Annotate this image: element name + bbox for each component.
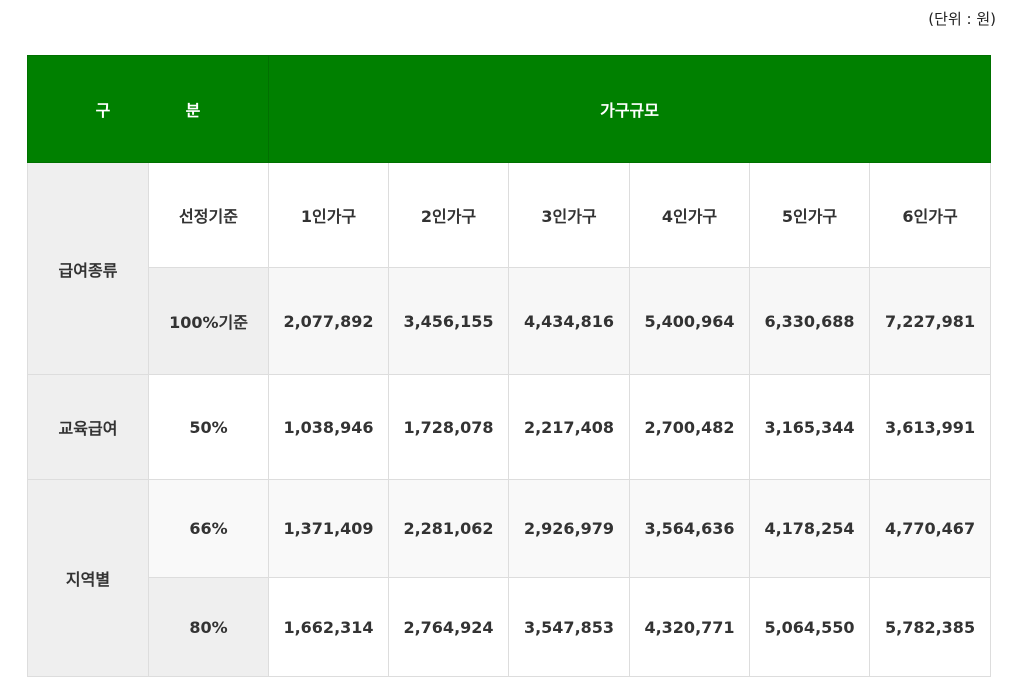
table-cell: 2,217,408 — [508, 374, 630, 480]
group-regional: 지역별 — [27, 479, 149, 677]
table-cell: 4,434,816 — [508, 267, 630, 375]
table-cell: 7,227,981 — [868, 267, 992, 375]
unit-note: (단위 : 원) — [928, 10, 996, 28]
table-cell: 1,371,409 — [268, 479, 389, 578]
table-row: 100%기준 2,077,892 3,456,155 4,434,816 5,4… — [28, 267, 992, 375]
table-cell: 3,456,155 — [388, 267, 509, 375]
table-cell: 3,613,991 — [868, 374, 992, 480]
row-label: 80% — [148, 577, 269, 677]
column-header: 2인가구 — [388, 162, 509, 268]
table-cell: 4,320,771 — [629, 577, 750, 677]
table-row: 지역별 66% 1,371,409 2,281,062 2,926,979 3,… — [27, 479, 992, 677]
column-header: 3인가구 — [508, 162, 630, 268]
header-household-size: 가구규모 — [267, 55, 992, 163]
table-cell: 1,728,078 — [388, 374, 509, 480]
table-row: 교육급여 50% 1,038,946 1,728,078 2,217,408 2… — [27, 374, 992, 480]
column-header: 6인가구 — [868, 162, 992, 268]
table-cell: 5,782,385 — [868, 577, 992, 677]
header-division-left: 구 — [95, 101, 111, 120]
table-cell: 5,064,550 — [749, 577, 870, 677]
household-income-table: 구 분 가구규모 급여종류 선정기준 1인가구 2인가구 3인가구 4인가구 5… — [27, 55, 992, 677]
column-header: 1인가구 — [268, 162, 389, 268]
table-cell: 2,077,892 — [268, 267, 389, 375]
table-cell: 1,038,946 — [268, 374, 389, 480]
row-label: 66% — [148, 479, 269, 578]
row-label: 선정기준 — [148, 162, 269, 268]
column-header: 5인가구 — [749, 162, 870, 268]
table-cell: 5,400,964 — [629, 267, 750, 375]
row-label: 50% — [148, 374, 269, 480]
table-cell: 3,547,853 — [508, 577, 630, 677]
table-cell: 2,281,062 — [388, 479, 509, 578]
table-cell: 2,764,924 — [388, 577, 509, 677]
group-benefit-type: 급여종류 — [27, 162, 149, 375]
column-header: 4인가구 — [629, 162, 750, 268]
table-cell: 3,564,636 — [629, 479, 750, 578]
table-cell: 6,330,688 — [749, 267, 870, 375]
row-label: 100%기준 — [148, 267, 269, 375]
table-cell: 1,662,314 — [268, 577, 389, 677]
table-cell: 4,178,254 — [749, 479, 870, 578]
table-cell: 4,770,467 — [868, 479, 992, 578]
table-cell: 2,926,979 — [508, 479, 630, 578]
table-row: 급여종류 선정기준 1인가구 2인가구 3인가구 4인가구 5인가구 6인가구 — [27, 162, 992, 375]
header-division: 구 분 — [27, 55, 269, 163]
table-cell: 2,700,482 — [629, 374, 750, 480]
table-cell: 3,165,344 — [749, 374, 870, 480]
header-division-right: 분 — [185, 101, 201, 120]
group-education: 교육급여 — [27, 374, 149, 480]
table-row: 80% 1,662,314 2,764,924 3,547,853 4,320,… — [28, 577, 992, 677]
